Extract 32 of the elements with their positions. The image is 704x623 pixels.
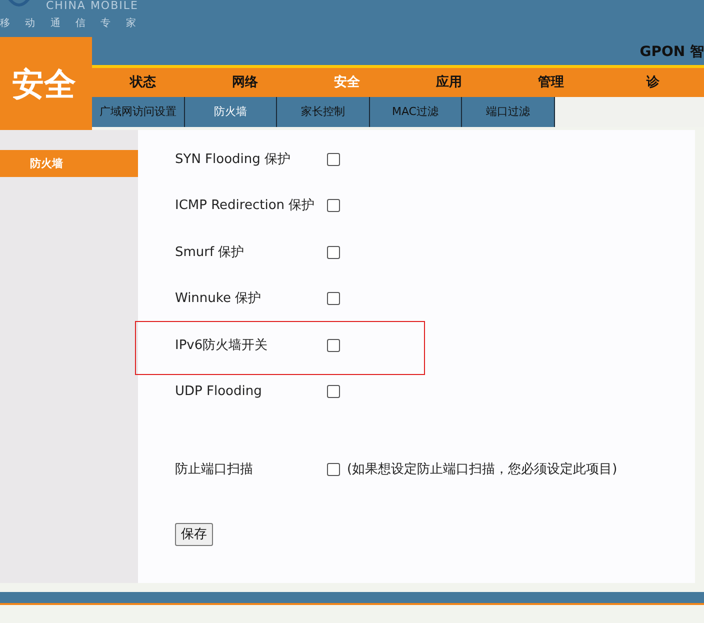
nav-tab[interactable]: 诊 — [602, 68, 704, 97]
nav-tab[interactable]: 应用 — [398, 68, 500, 97]
option-note: (如果想设定防止端口扫描，您必须设定此项目) — [347, 460, 618, 478]
save-button[interactable]: 保存 — [175, 522, 213, 546]
nav-tab[interactable]: 管理 — [500, 68, 602, 97]
section-title: 安全 — [0, 37, 92, 130]
slogan: 移 动 通 信 专 家 — [0, 16, 142, 31]
checkbox[interactable] — [327, 152, 340, 166]
option-label: Winnuke 保护 — [175, 290, 262, 308]
sub-tab[interactable]: 广域网访问设置 — [92, 97, 184, 127]
option-label: ICMP Redirection 保护 — [175, 197, 316, 215]
sub-tab[interactable]: MAC过滤 — [370, 97, 462, 127]
option-label: IPv6防火墙开关 — [175, 336, 269, 354]
nav-tab[interactable]: 状态 — [92, 68, 194, 97]
product-title: GPON 智 — [640, 43, 704, 62]
sidebar-item[interactable]: 防火墙 — [0, 150, 138, 177]
option-label: UDP Flooding — [175, 383, 263, 401]
option-label: SYN Flooding 保护 — [175, 150, 292, 168]
brand-name: CHINA MOBILE — [46, 0, 138, 12]
option-label: 防止端口扫描 — [175, 460, 254, 478]
sub-tab[interactable]: 家长控制 — [277, 97, 370, 127]
option-label: Smurf 保护 — [175, 244, 246, 262]
checkbox[interactable] — [327, 246, 340, 259]
checkbox[interactable] — [327, 385, 340, 398]
nav-tab[interactable]: 安全 — [296, 68, 398, 97]
sub-tab[interactable]: 端口过滤 — [462, 97, 554, 127]
checkbox[interactable] — [327, 199, 340, 212]
checkbox[interactable] — [327, 462, 340, 476]
nav-tab[interactable]: 网络 — [194, 68, 296, 97]
sub-tab[interactable]: 防火墙 — [184, 97, 277, 127]
checkbox[interactable] — [327, 338, 340, 352]
checkbox[interactable] — [327, 292, 340, 306]
